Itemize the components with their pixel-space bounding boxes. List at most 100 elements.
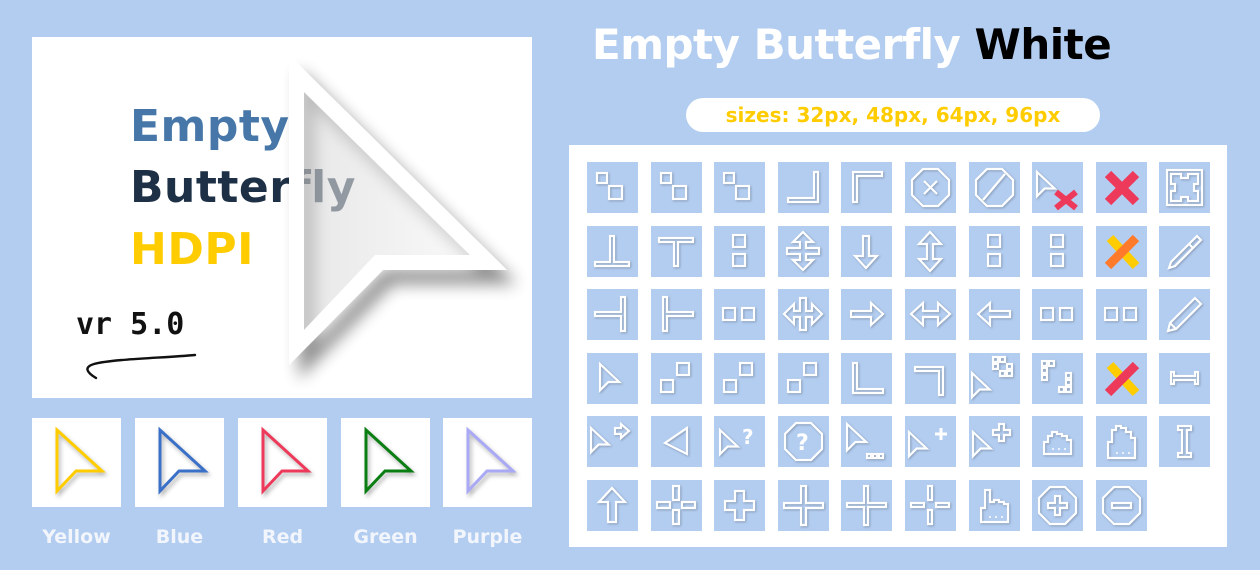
cross-thin-icon xyxy=(782,484,824,526)
cursor-tile-plus-bold[interactable] xyxy=(714,479,766,531)
split-vertical-icon xyxy=(785,229,820,272)
red-pointer-icon xyxy=(261,426,312,495)
zoom-in-octagon-icon xyxy=(1038,485,1078,525)
resize-horizontal-bar-icon xyxy=(1170,370,1200,385)
cursor-tile-pointer-plus[interactable] xyxy=(905,416,956,467)
cursor-tile-resize-vertical-boxes[interactable] xyxy=(714,225,766,277)
sizes-badge: sizes: 32px, 48px, 64px, 96px xyxy=(686,98,1100,132)
cursor-tile-pointer-busy[interactable] xyxy=(841,416,893,467)
svg-text:?: ? xyxy=(742,425,754,449)
cursor-tile-arrow-up[interactable] xyxy=(587,479,638,531)
crosshair-dashed-icon xyxy=(655,484,696,525)
cursor-tile-orange-x[interactable] xyxy=(1095,225,1147,277)
cursor-tile-color-picker[interactable] xyxy=(1159,225,1211,277)
theme-title: Empty Butterfly White xyxy=(592,20,1112,69)
cursor-tile-crosshair-dashed-2[interactable] xyxy=(905,479,956,531)
cursor-tile-cross-thin[interactable] xyxy=(777,479,829,531)
cursor-tile-resize-vertical-boxes-2[interactable] xyxy=(968,225,1020,277)
cursor-tile-resize-diagonal-1[interactable] xyxy=(587,162,638,213)
text-beam-icon xyxy=(1177,424,1193,459)
cursor-tile-pointer-move[interactable] xyxy=(968,416,1020,467)
variant-green[interactable] xyxy=(341,418,430,507)
cursor-tile-corner-bottom-left[interactable] xyxy=(841,352,893,404)
cursor-tile-side-top[interactable] xyxy=(650,225,702,277)
pointer-icon xyxy=(598,360,622,393)
cursor-tile-resize-horizontal-boxes[interactable] xyxy=(714,289,766,340)
cursor-tile-zoom-in-octagon[interactable] xyxy=(1032,479,1084,531)
variant-label-purple: Purple xyxy=(452,526,523,548)
variant-yellow[interactable] xyxy=(32,418,121,507)
arrow-right-icon xyxy=(850,300,886,328)
cursor-tile-corner-top-left[interactable] xyxy=(841,162,893,213)
cursor-tile-dotted-selection[interactable] xyxy=(1032,352,1084,404)
corner-bottom-right-icon xyxy=(786,170,819,204)
no-drop-icon xyxy=(974,167,1014,208)
cursor-tile-arrow-down[interactable] xyxy=(841,225,893,277)
cursor-tile-resize-diagonal-2[interactable] xyxy=(650,162,702,213)
cursor-tile-side-left[interactable] xyxy=(650,289,702,340)
cursor-tile-split-vertical[interactable] xyxy=(777,225,829,277)
pointer-move-icon xyxy=(971,422,1011,459)
cursor-tile-no-drop[interactable] xyxy=(968,162,1020,213)
resize-diagonal-1-icon xyxy=(595,171,624,201)
cursor-tile-resize-diagonal-5[interactable] xyxy=(714,352,766,404)
cursor-tile-resize-vertical[interactable] xyxy=(905,225,956,277)
cursor-tile-open-hand[interactable] xyxy=(1095,416,1147,467)
cursor-tile-resize-horizontal-bar[interactable] xyxy=(1159,352,1211,404)
pointer-busy-icon xyxy=(846,421,885,460)
preview-card: Empty Butterfly HDPI vr 5.0 xyxy=(32,37,532,398)
resize-horizontal-boxes-3-icon xyxy=(1103,306,1137,322)
resize-diagonal-5-icon xyxy=(723,361,754,393)
cursor-tile-pointer-help[interactable]: ? xyxy=(714,416,766,467)
cursor-tile-corner-bottom-right[interactable] xyxy=(777,162,829,213)
cursor-tile-pointing-hand[interactable] xyxy=(968,479,1020,531)
cursor-tile-split-horizontal[interactable] xyxy=(777,289,829,340)
cursor-tile-arrow-right[interactable] xyxy=(841,289,893,340)
cursor-tile-corner-top-right[interactable] xyxy=(905,352,956,404)
cursor-tile-pointer-forward[interactable] xyxy=(587,416,638,467)
cursor-tile-fullscreen-frame[interactable] xyxy=(1159,162,1211,213)
pink-yellow-x-icon xyxy=(1104,361,1140,396)
open-hand-icon xyxy=(1106,424,1136,460)
cursor-tile-pointer-grid[interactable] xyxy=(968,352,1020,404)
arrow-up-icon xyxy=(596,485,628,523)
cursor-tile-resize-horizontal-boxes-2[interactable] xyxy=(1032,289,1084,340)
cursor-tile-pointer[interactable] xyxy=(587,352,638,404)
large-pointer-icon xyxy=(289,55,507,365)
corner-top-right-icon xyxy=(913,365,945,396)
cursor-tile-side-bottom[interactable] xyxy=(587,225,638,277)
resize-horizontal-boxes-2-icon xyxy=(1040,306,1074,322)
cursor-tile-cross-thin-2[interactable] xyxy=(841,479,893,531)
variant-label-red: Red xyxy=(261,526,304,548)
cursor-tile-crosshair-dashed[interactable] xyxy=(650,479,702,531)
cursor-tile-resize-horizontal[interactable] xyxy=(905,289,956,340)
cursor-tile-zoom-out-octagon[interactable] xyxy=(1095,479,1147,531)
red-x-icon xyxy=(1104,170,1139,206)
cursor-tile-pointer-x[interactable] xyxy=(1032,162,1084,213)
cursor-tile-resize-diagonal-3[interactable] xyxy=(714,162,766,213)
variant-purple[interactable] xyxy=(443,418,532,507)
cursor-tile-side-right[interactable] xyxy=(587,289,638,340)
cursor-tile-resize-diagonal-4[interactable] xyxy=(650,352,702,404)
cursor-tile-not-allowed-octagon-x[interactable] xyxy=(905,162,956,213)
cursor-tile-resize-vertical-boxes-3[interactable] xyxy=(1032,225,1084,277)
cursor-tile-resize-horizontal-boxes-3[interactable] xyxy=(1095,289,1147,340)
pointer-x-icon xyxy=(1036,169,1079,211)
version-label: vr 5.0 xyxy=(76,307,185,342)
cursor-tile-pencil[interactable] xyxy=(1159,289,1211,340)
cursor-tile-pointer-left[interactable] xyxy=(650,416,702,467)
green-pointer-icon xyxy=(364,426,415,495)
cursor-tile-grab-hand[interactable] xyxy=(1032,416,1084,467)
cursor-tile-pink-yellow-x[interactable] xyxy=(1095,352,1147,404)
side-bottom-icon xyxy=(593,234,631,267)
cursor-tile-text-beam[interactable] xyxy=(1159,416,1211,467)
variant-blue[interactable] xyxy=(135,418,224,507)
variant-label-green: Green xyxy=(353,526,418,548)
variant-red[interactable] xyxy=(238,418,327,507)
resize-diagonal-2-icon xyxy=(659,171,687,201)
cursor-tile-arrow-left[interactable] xyxy=(968,289,1020,340)
cursor-tile-resize-diagonal-6[interactable] xyxy=(777,352,829,404)
cursor-tile-red-x[interactable] xyxy=(1095,162,1147,213)
arrow-down-icon xyxy=(852,234,880,270)
cursor-tile-help-octagon[interactable]: ? xyxy=(777,416,829,467)
